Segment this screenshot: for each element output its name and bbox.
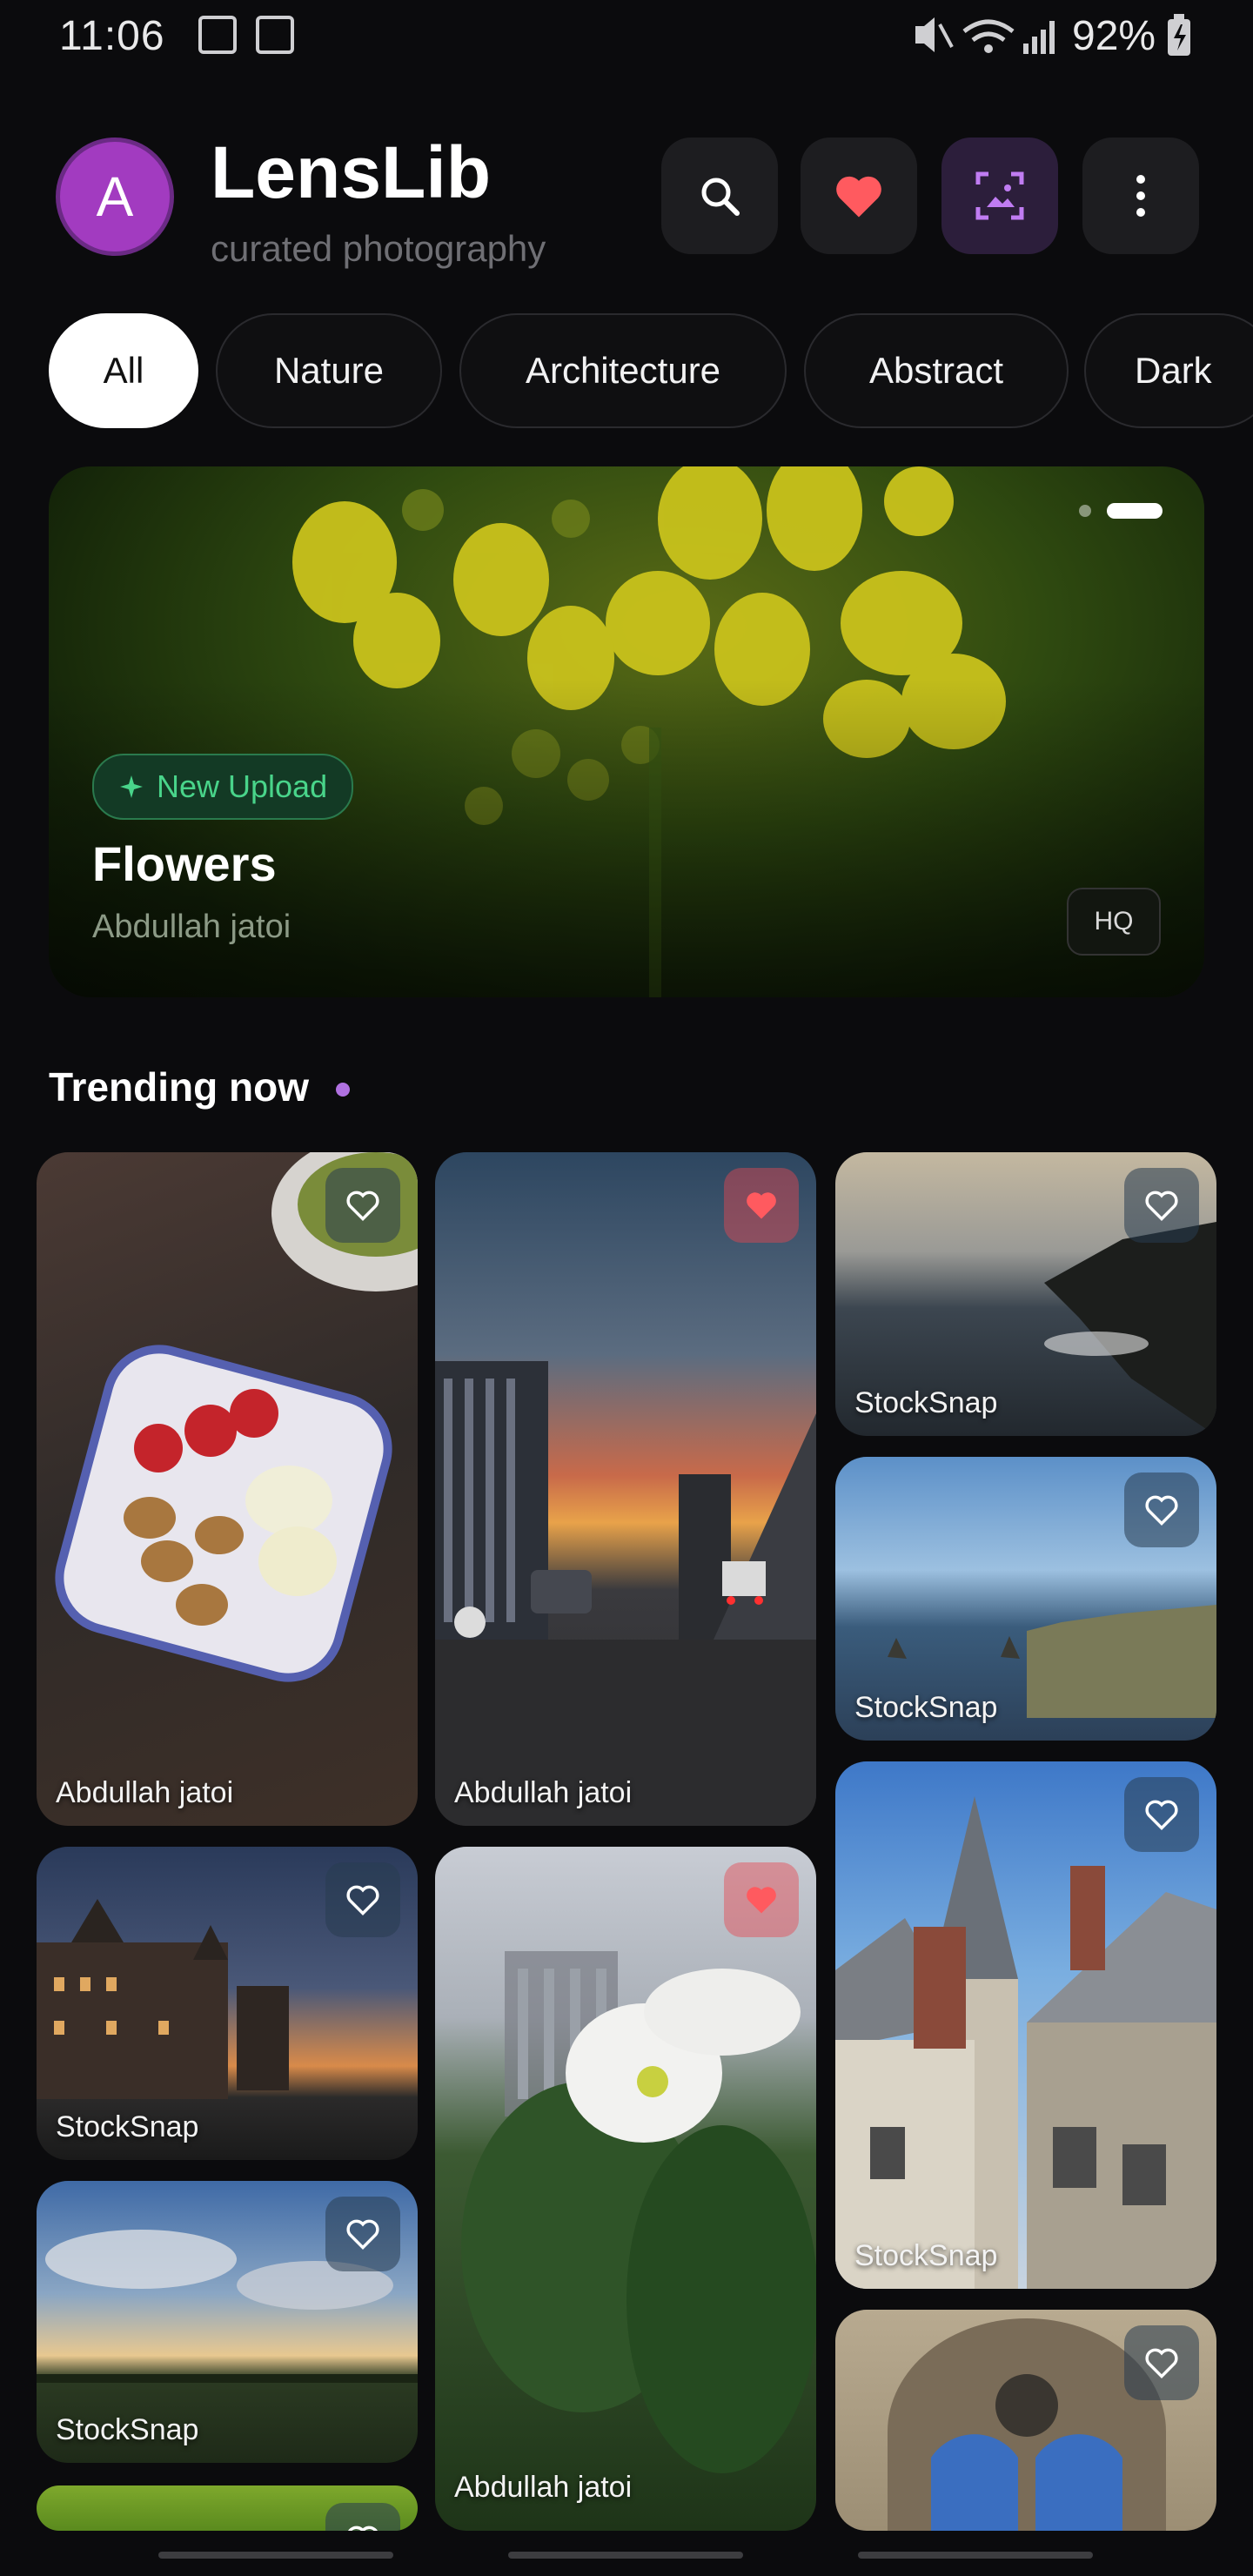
status-time: 11:06	[59, 13, 165, 59]
chip-abstract[interactable]: Abstract	[804, 313, 1069, 428]
photo-white-flower	[461, 1951, 816, 2473]
photo-card-green[interactable]	[37, 2485, 418, 2531]
gallery-notification-icon	[198, 16, 237, 54]
photo-card-rock-coast[interactable]: StockSnap	[835, 1457, 1216, 1741]
hq-badge: HQ	[1067, 888, 1161, 956]
app-title: LensLib	[211, 131, 492, 213]
favorite-toggle[interactable]	[325, 2503, 400, 2531]
card-caption: StockSnap	[56, 2110, 199, 2143]
search-button[interactable]	[661, 138, 778, 254]
heart-outline-icon	[1145, 1800, 1178, 1830]
heart-outline-icon	[346, 2219, 379, 2250]
battery-icon	[1168, 14, 1190, 56]
heart-filled-icon	[747, 1887, 776, 1914]
image-frame-icon	[975, 171, 1024, 220]
photo-card-white-flower[interactable]: Abdullah jatoi	[435, 1847, 816, 2531]
favorite-toggle[interactable]	[1124, 1168, 1199, 1243]
card-caption: Abdullah jatoi	[56, 1776, 234, 1809]
photo-card-sea-cliff[interactable]: StockSnap	[835, 1152, 1216, 1436]
chip-all[interactable]: All	[49, 313, 198, 428]
favorite-toggle[interactable]	[1124, 2325, 1199, 2400]
app-subtitle: curated photography	[211, 228, 546, 269]
carousel-dot[interactable]	[1079, 505, 1091, 517]
carousel-dot-active[interactable]	[1107, 503, 1163, 519]
favorite-toggle[interactable]	[325, 1168, 400, 1243]
card-caption: StockSnap	[56, 2413, 199, 2446]
chip-dark[interactable]: Dark	[1084, 313, 1253, 428]
favorite-toggle[interactable]	[325, 1862, 400, 1937]
chip-architecture[interactable]: Architecture	[459, 313, 787, 428]
photo-card-city-sunset[interactable]: Abdullah jatoi	[435, 1152, 816, 1826]
photo-card-sky-field[interactable]: StockSnap	[37, 2181, 418, 2463]
heart-outline-icon	[1145, 1495, 1178, 1526]
heart-outline-icon	[1145, 2348, 1178, 2378]
signal-wifi-mute-icons	[915, 17, 1055, 54]
chip-nature[interactable]: Nature	[216, 313, 442, 428]
featured-author: Abdullah jatoi	[92, 909, 291, 945]
new-upload-badge: New Upload	[92, 754, 354, 820]
section-accent-dot	[336, 1083, 350, 1097]
favorites-button[interactable]	[801, 138, 917, 254]
card-caption: StockSnap	[854, 1386, 998, 1419]
heart-filled-icon	[747, 1192, 776, 1219]
favorite-toggle[interactable]	[325, 2197, 400, 2271]
avatar[interactable]: A	[56, 138, 174, 256]
card-caption: StockSnap	[854, 1691, 998, 1724]
heart-icon	[836, 176, 881, 218]
favorite-toggle[interactable]	[1124, 1777, 1199, 1852]
nav-handle-center[interactable]	[508, 2552, 743, 2559]
battery-percent: 92%	[1072, 13, 1156, 59]
card-caption: Abdullah jatoi	[454, 1776, 633, 1809]
photo-card-fruit-plate[interactable]: Abdullah jatoi	[37, 1152, 418, 1826]
card-caption: StockSnap	[854, 2239, 998, 2272]
nav-handle-left[interactable]	[158, 2552, 393, 2559]
status-bar: 11:06 92%	[0, 0, 1253, 73]
favorite-toggle[interactable]	[1124, 1472, 1199, 1547]
badge-label: New Upload	[157, 768, 328, 804]
section-title: Trending now	[49, 1064, 309, 1110]
photo-card-coastal-building[interactable]: StockSnap	[37, 1847, 418, 2160]
card-caption: Abdullah jatoi	[454, 2471, 633, 2504]
favorite-toggle[interactable]	[724, 1862, 799, 1937]
photo-card-chateau[interactable]: StockSnap	[835, 1761, 1216, 2289]
more-options-button[interactable]	[1082, 138, 1199, 254]
favorite-toggle[interactable]	[724, 1168, 799, 1243]
gallery-view-button[interactable]	[941, 138, 1058, 254]
featured-title: Flowers	[92, 836, 277, 891]
search-icon	[701, 178, 740, 216]
nav-handle-right[interactable]	[858, 2552, 1093, 2559]
photo-fruit-plate	[55, 1152, 418, 1682]
heart-outline-icon	[348, 2526, 378, 2531]
photo-card-stone-window[interactable]	[835, 2310, 1216, 2531]
sparkle-icon	[120, 775, 143, 798]
close-notification-icon	[256, 16, 294, 54]
photo-city-sunset	[435, 1361, 816, 1826]
heart-outline-icon	[1145, 1191, 1178, 1221]
heart-outline-icon	[346, 1191, 379, 1221]
more-vert-icon	[1136, 175, 1145, 217]
heart-outline-icon	[346, 1885, 379, 1915]
featured-card[interactable]: New Upload Flowers Abdullah jatoi HQ	[49, 466, 1204, 997]
